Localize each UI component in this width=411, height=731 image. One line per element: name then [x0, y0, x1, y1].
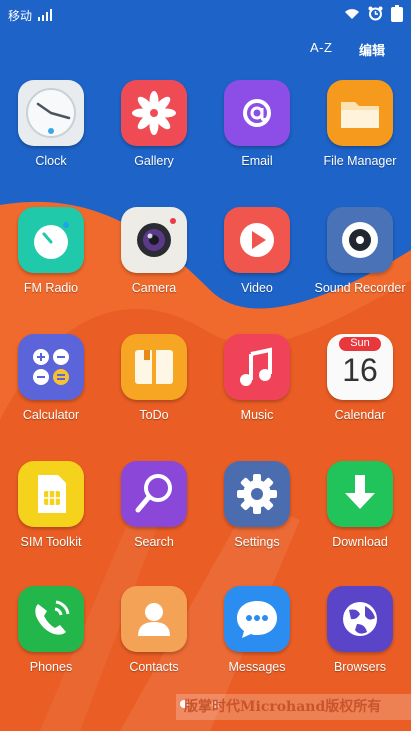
app-label: Messages	[228, 660, 286, 674]
app-label: FM Radio	[23, 281, 79, 295]
music-note-icon	[224, 334, 290, 400]
gear-icon	[224, 461, 290, 527]
carrier-name: 移动	[8, 9, 33, 23]
app-phones[interactable]: Phones	[0, 586, 102, 691]
app-contacts[interactable]: Contacts	[103, 586, 205, 691]
calculator-icon	[18, 334, 84, 400]
app-label: Gallery	[134, 154, 174, 168]
calendar-day-name: Sun	[350, 337, 370, 349]
app-label: Video	[241, 281, 273, 295]
app-email[interactable]: Email	[206, 80, 308, 185]
folder-icon	[327, 80, 393, 146]
app-clock[interactable]: Clock	[0, 80, 102, 185]
app-sim-toolkit[interactable]: SIM Toolkit	[0, 461, 102, 566]
search-icon	[121, 461, 187, 527]
camera-icon	[121, 207, 187, 273]
launcher-toolbar: A-Z 编辑	[0, 40, 411, 62]
battery-icon	[391, 5, 403, 27]
app-calculator[interactable]: Calculator	[0, 334, 102, 439]
phone-icon	[18, 586, 84, 652]
notebook-icon	[121, 334, 187, 400]
app-music[interactable]: Music	[206, 334, 308, 439]
signal-icon	[37, 8, 53, 26]
email-icon	[224, 80, 290, 146]
app-gallery[interactable]: Gallery	[103, 80, 205, 185]
app-browsers[interactable]: Browsers	[309, 586, 411, 691]
app-calendar[interactable]: Sun 16 Calendar	[309, 334, 411, 439]
gallery-icon	[121, 80, 187, 146]
chat-bubble-icon	[224, 586, 290, 652]
app-label: Search	[134, 535, 174, 549]
app-label: Phones	[29, 660, 73, 674]
app-todo[interactable]: ToDo	[103, 334, 205, 439]
app-label: Email	[241, 154, 273, 168]
app-label: Download	[332, 535, 388, 549]
video-play-icon	[224, 207, 290, 273]
watermark: 版掌时代Microhand版权所有	[176, 694, 411, 720]
app-label: Browsers	[333, 660, 387, 674]
app-label: File Manager	[323, 154, 397, 168]
contacts-icon	[121, 586, 187, 652]
app-label: Settings	[234, 535, 280, 549]
radio-icon	[18, 207, 84, 273]
status-bar: 移动	[0, 0, 411, 30]
app-video[interactable]: Video	[206, 207, 308, 312]
calendar-icon: Sun 16	[327, 334, 393, 400]
app-label: Sound Recorder	[314, 281, 406, 295]
app-label: Calendar	[334, 408, 386, 422]
app-label: Clock	[35, 154, 67, 168]
app-search[interactable]: Search	[103, 461, 205, 566]
recorder-icon	[327, 207, 393, 273]
wifi-icon	[344, 7, 360, 25]
download-arrow-icon	[327, 461, 393, 527]
calendar-day-number: 16	[342, 352, 378, 388]
clock-icon	[18, 80, 84, 146]
app-sound-recorder[interactable]: Sound Recorder	[309, 207, 411, 312]
app-label: Camera	[131, 281, 177, 295]
alarm-icon	[368, 6, 383, 26]
globe-icon	[327, 586, 393, 652]
app-fm-radio[interactable]: FM Radio	[0, 207, 102, 312]
app-download[interactable]: Download	[309, 461, 411, 566]
app-label: ToDo	[139, 408, 169, 422]
app-file-manager[interactable]: File Manager	[309, 80, 411, 185]
app-settings[interactable]: Settings	[206, 461, 308, 566]
app-camera[interactable]: Camera	[103, 207, 205, 312]
app-label: SIM Toolkit	[20, 535, 82, 549]
sim-card-icon	[18, 461, 84, 527]
app-label: Contacts	[129, 660, 179, 674]
app-label: Calculator	[22, 408, 80, 422]
app-label: Music	[240, 408, 274, 422]
sort-az-button[interactable]: A-Z	[310, 40, 332, 55]
app-messages[interactable]: Messages	[206, 586, 308, 691]
edit-button[interactable]: 编辑	[359, 40, 385, 59]
